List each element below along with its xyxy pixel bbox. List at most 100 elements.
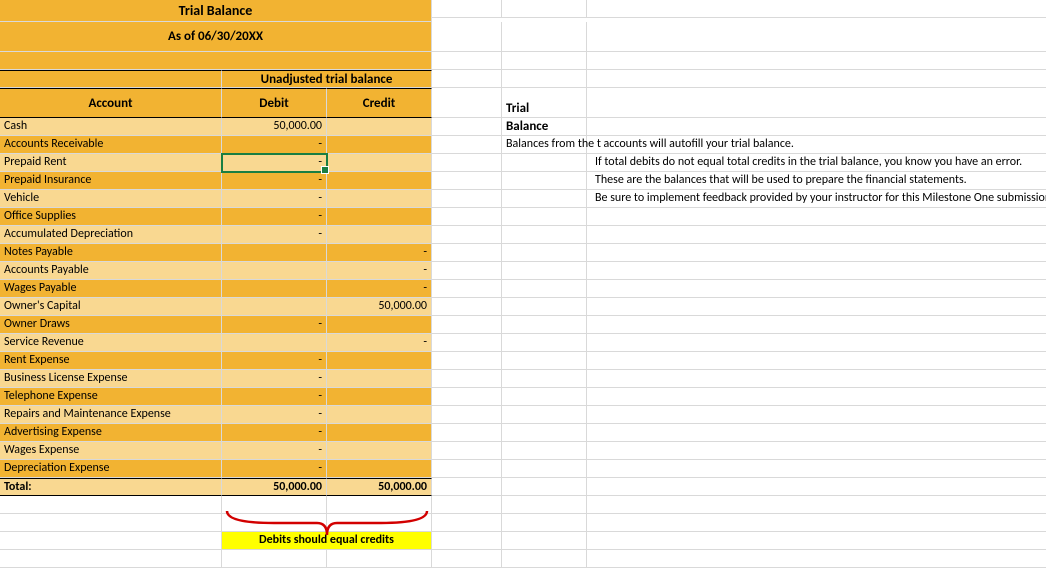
empty-cell[interactable] [502,532,587,550]
empty-cell[interactable] [327,550,432,568]
empty-cell[interactable] [0,514,222,532]
empty-cell[interactable] [432,370,502,388]
empty-cell[interactable] [432,298,502,316]
empty-cell[interactable] [222,514,327,532]
empty-cell[interactable] [587,460,1046,478]
account-name[interactable]: Accounts Receivable [0,136,222,154]
empty-cell[interactable] [432,442,502,460]
credit-cell[interactable] [327,172,432,190]
empty-cell[interactable] [432,406,502,424]
empty-cell[interactable] [432,0,502,18]
empty-cell[interactable] [432,208,502,226]
empty-cell[interactable] [432,532,502,550]
empty-cell[interactable] [502,298,587,316]
empty-cell[interactable] [327,514,432,532]
empty-cell[interactable] [587,70,1046,88]
account-name[interactable]: Owner Draws [0,316,222,334]
empty-cell[interactable] [502,190,587,208]
credit-cell[interactable] [327,352,432,370]
credit-cell[interactable] [327,424,432,442]
debit-cell[interactable] [222,280,327,298]
empty-cell[interactable] [432,424,502,442]
debit-cell[interactable]: 50,000.00 [222,118,327,136]
empty-cell[interactable] [502,406,587,424]
empty-cell[interactable] [587,88,1046,118]
account-name[interactable]: Rent Expense [0,352,222,370]
credit-cell[interactable]: - [327,244,432,262]
empty-cell[interactable] [587,550,1046,568]
empty-cell[interactable] [502,550,587,568]
empty-cell[interactable] [502,352,587,370]
empty-cell[interactable] [502,244,587,262]
empty-cell[interactable] [587,280,1046,298]
credit-cell[interactable] [327,442,432,460]
empty-cell[interactable] [432,172,502,190]
empty-cell[interactable] [502,424,587,442]
empty-cell[interactable] [432,70,502,88]
empty-cell[interactable] [502,388,587,406]
empty-cell[interactable] [502,70,587,88]
empty-cell[interactable] [587,406,1046,424]
debit-cell[interactable]: - [222,136,327,154]
credit-cell[interactable] [327,316,432,334]
account-name[interactable]: Wages Payable [0,280,222,298]
debit-cell[interactable]: - [222,226,327,244]
empty-cell[interactable] [587,496,1046,514]
empty-cell[interactable] [432,496,502,514]
empty-cell[interactable] [587,298,1046,316]
empty-cell[interactable] [0,496,222,514]
account-name[interactable]: Prepaid Rent [0,154,222,172]
credit-cell[interactable] [327,388,432,406]
empty-cell[interactable] [587,244,1046,262]
empty-cell[interactable] [587,22,1046,52]
empty-cell[interactable] [502,154,587,172]
debit-cell[interactable]: - [222,208,327,226]
empty-cell[interactable] [502,514,587,532]
account-name[interactable]: Telephone Expense [0,388,222,406]
empty-cell[interactable] [432,262,502,280]
empty-cell[interactable] [587,316,1046,334]
debit-cell[interactable]: - [222,316,327,334]
debit-cell[interactable]: - [222,442,327,460]
empty-cell[interactable] [432,154,502,172]
empty-cell[interactable] [432,316,502,334]
empty-cell[interactable] [587,52,1046,70]
empty-cell[interactable] [432,514,502,532]
credit-cell[interactable]: - [327,334,432,352]
credit-cell[interactable] [327,154,432,172]
empty-cell[interactable] [432,52,502,70]
empty-cell[interactable] [502,208,587,226]
debit-cell[interactable]: - [222,388,327,406]
empty-cell[interactable] [502,334,587,352]
empty-cell[interactable] [587,532,1046,550]
account-name[interactable]: Notes Payable [0,244,222,262]
credit-cell[interactable]: - [327,262,432,280]
credit-cell[interactable] [327,370,432,388]
account-name[interactable]: Accounts Payable [0,262,222,280]
empty-cell[interactable] [0,532,222,550]
credit-cell[interactable] [327,208,432,226]
empty-cell[interactable] [502,226,587,244]
credit-cell[interactable]: - [327,280,432,298]
account-name[interactable]: Business License Expense [0,370,222,388]
debit-cell[interactable] [222,244,327,262]
empty-cell[interactable] [587,370,1046,388]
empty-cell[interactable] [0,550,222,568]
empty-cell[interactable] [222,496,327,514]
empty-cell[interactable] [432,118,502,136]
empty-cell[interactable] [587,208,1046,226]
account-name[interactable]: Accumulated Depreciation [0,226,222,244]
empty-cell[interactable] [502,370,587,388]
empty-cell[interactable] [432,226,502,244]
credit-cell[interactable] [327,226,432,244]
debit-cell[interactable]: - [222,352,327,370]
account-name[interactable]: Depreciation Expense [0,460,222,478]
account-name[interactable]: Service Revenue [0,334,222,352]
account-name[interactable]: Vehicle [0,190,222,208]
empty-cell[interactable] [327,496,432,514]
empty-cell[interactable] [587,424,1046,442]
credit-cell[interactable] [327,118,432,136]
debit-cell[interactable]: - [222,370,327,388]
empty-cell[interactable] [432,550,502,568]
account-name[interactable]: Wages Expense [0,442,222,460]
